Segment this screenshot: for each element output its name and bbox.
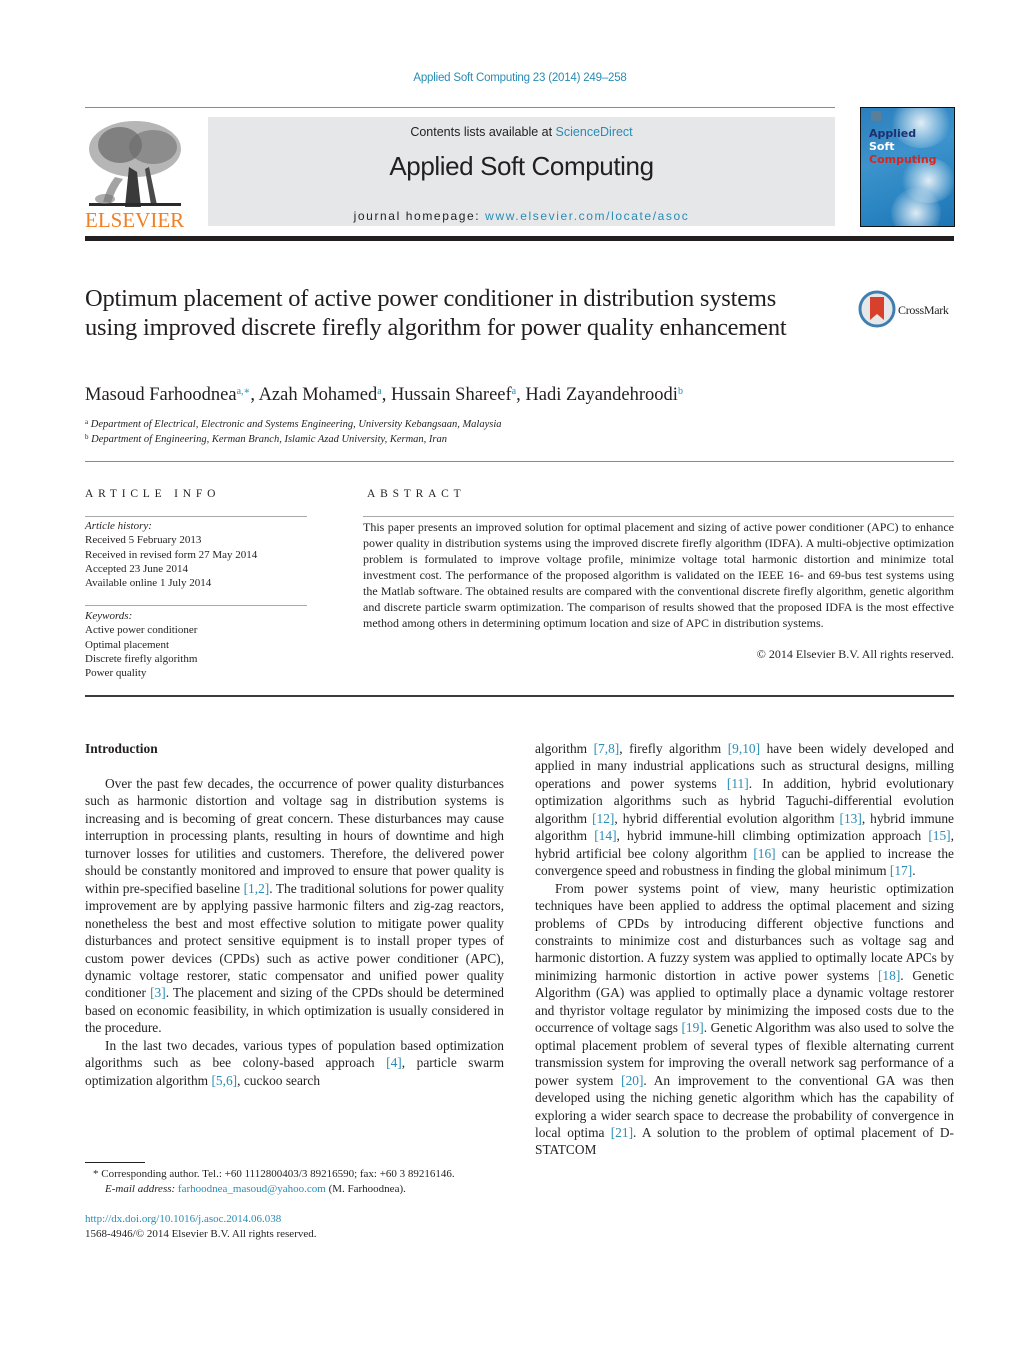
keywords-label: Keywords:	[85, 610, 133, 622]
body-paragraph: From power systems point of view, many h…	[535, 880, 954, 1158]
citation-link[interactable]: [12]	[592, 811, 614, 826]
doi-link[interactable]: http://dx.doi.org/10.1016/j.asoc.2014.06…	[85, 1213, 281, 1225]
cover-text-computing: Computing	[869, 153, 937, 166]
affiliation-b: b Department of Engineering, Kerman Bran…	[85, 433, 448, 445]
journal-masthead: Contents lists available at ScienceDirec…	[208, 117, 835, 226]
article-title: Optimum placement of active power condit…	[85, 285, 787, 341]
homepage-prefix: journal homepage:	[353, 209, 486, 223]
citation-link[interactable]: [15]	[928, 828, 950, 843]
keywords: Keywords: Active power conditioner Optim…	[85, 609, 197, 680]
article-info-heading: ARTICLE INFO	[85, 488, 221, 500]
corresponding-author-footnote: * Corresponding author. Tel.: +60 111280…	[85, 1167, 515, 1197]
history-item: Available online 1 July 2014	[85, 577, 212, 590]
citation-link[interactable]: [11]	[727, 776, 749, 791]
article-info-rule	[85, 516, 307, 517]
citation-link[interactable]: [14]	[594, 828, 616, 843]
journal-title: Applied Soft Computing	[389, 151, 654, 181]
abstract-text: This paper presents an improved solution…	[363, 520, 954, 630]
author-list: Masoud Farhoodneaa,∗, Azah Mohameda, Hus…	[85, 385, 683, 405]
citation-link[interactable]: [20]	[621, 1073, 643, 1088]
email-label: E-mail address:	[105, 1183, 176, 1195]
keywords-rule	[85, 605, 307, 606]
citation-link[interactable]: [13]	[840, 811, 862, 826]
author-affiliation-marker[interactable]: a,∗	[237, 386, 251, 397]
citation-link[interactable]: [19]	[681, 1020, 703, 1035]
elsevier-mini-icon	[871, 111, 881, 121]
citation-link[interactable]: [17]	[890, 863, 912, 878]
contents-prefix: Contents lists available at	[410, 125, 556, 139]
sciencedirect-link[interactable]: ScienceDirect	[556, 125, 633, 139]
author-name[interactable]: Hussain Shareef	[391, 385, 512, 405]
footnote-marker: *	[93, 1168, 99, 1180]
author-affiliation-marker[interactable]: a	[377, 386, 381, 397]
header-thick-rule	[85, 236, 954, 241]
citation-link[interactable]: [18]	[878, 968, 900, 983]
history-item: Accepted 23 June 2014	[85, 562, 188, 575]
body-column-right: algorithm [7,8], firefly algorithm [9,10…	[535, 740, 954, 1159]
citation-link[interactable]: [4]	[386, 1055, 402, 1070]
citation-link[interactable]: [7,8]	[594, 741, 620, 756]
history-label: Article history:	[85, 520, 152, 532]
author-email-link[interactable]: farhoodnea_masoud@yahoo.com	[178, 1183, 326, 1195]
issn-copyright: 1568-4946/© 2014 Elsevier B.V. All right…	[85, 1227, 317, 1240]
email-suffix: (M. Farhoodnea).	[325, 1183, 406, 1195]
elsevier-wordmark: ELSEVIER	[85, 208, 184, 229]
abstract-heading: ABSTRACT	[367, 488, 466, 500]
journal-reference-link[interactable]: Applied Soft Computing 23 (2014) 249–258	[0, 72, 1020, 84]
citation-link[interactable]: [21]	[611, 1125, 633, 1140]
cover-text-soft: Soft	[869, 140, 895, 153]
citation-link[interactable]: [16]	[753, 846, 775, 861]
journal-cover-thumbnail[interactable]: Applied Soft Computing	[860, 107, 955, 227]
author-name[interactable]: Masoud Farhoodnea	[85, 385, 237, 405]
crossmark-label: CrossMark	[898, 303, 949, 317]
body-paragraph: In the last two decades, various types o…	[85, 1037, 504, 1088]
affiliation-a: a Department of Electrical, Electronic a…	[85, 418, 502, 430]
journal-homepage-line: journal homepage: www.elsevier.com/locat…	[208, 209, 835, 223]
contents-available-line: Contents lists available at ScienceDirec…	[208, 125, 835, 139]
doi-block: http://dx.doi.org/10.1016/j.asoc.2014.06…	[85, 1212, 317, 1241]
cover-text-applied: Applied	[869, 127, 917, 140]
keyword-item[interactable]: Power quality	[85, 666, 197, 680]
header-rule	[85, 107, 835, 108]
author-name[interactable]: Hadi Zayandehroodi	[525, 385, 678, 405]
keyword-item[interactable]: Discrete firefly algorithm	[85, 652, 197, 666]
elsevier-tree-icon: ELSEVIER	[85, 121, 184, 232]
history-item: Received 5 February 2013	[85, 534, 202, 547]
citation-link[interactable]: [5,6]	[211, 1073, 237, 1088]
section-heading-introduction: Introduction	[85, 741, 158, 756]
author-affiliation-marker[interactable]: a	[512, 386, 516, 397]
history-item: Received in revised form 27 May 2014	[85, 548, 258, 561]
author-affiliation-marker[interactable]: b	[678, 386, 683, 397]
section-divider	[85, 461, 954, 462]
citation-link[interactable]: [1,2]	[244, 881, 270, 896]
front-matter-rule	[85, 695, 954, 697]
citation-link[interactable]: [9,10]	[728, 741, 760, 756]
elsevier-logo[interactable]: ELSEVIER	[85, 117, 185, 232]
body-paragraph: Over the past few decades, the occurrenc…	[85, 776, 504, 1036]
journal-homepage-link[interactable]: www.elsevier.com/locate/asoc	[485, 209, 689, 223]
abstract-copyright: © 2014 Elsevier B.V. All rights reserved…	[756, 647, 954, 661]
body-column-left: Over the past few decades, the occurrenc…	[85, 775, 504, 1089]
keyword-item[interactable]: Active power conditioner	[85, 623, 197, 637]
footnote-rule	[85, 1162, 145, 1163]
abstract-rule	[363, 516, 954, 517]
body-paragraph: algorithm [7,8], firefly algorithm [9,10…	[535, 741, 954, 879]
keyword-item[interactable]: Optimal placement	[85, 638, 197, 652]
corresponding-author-text: Corresponding author. Tel.: +60 11128004…	[101, 1168, 455, 1180]
crossmark-icon	[858, 290, 896, 328]
citation-link[interactable]: [3]	[150, 985, 166, 1000]
article-history: Article history: Received 5 February 201…	[85, 519, 257, 590]
author-name[interactable]: Azah Mohamed	[259, 385, 378, 405]
crossmark-badge[interactable]: CrossMark	[858, 290, 958, 330]
